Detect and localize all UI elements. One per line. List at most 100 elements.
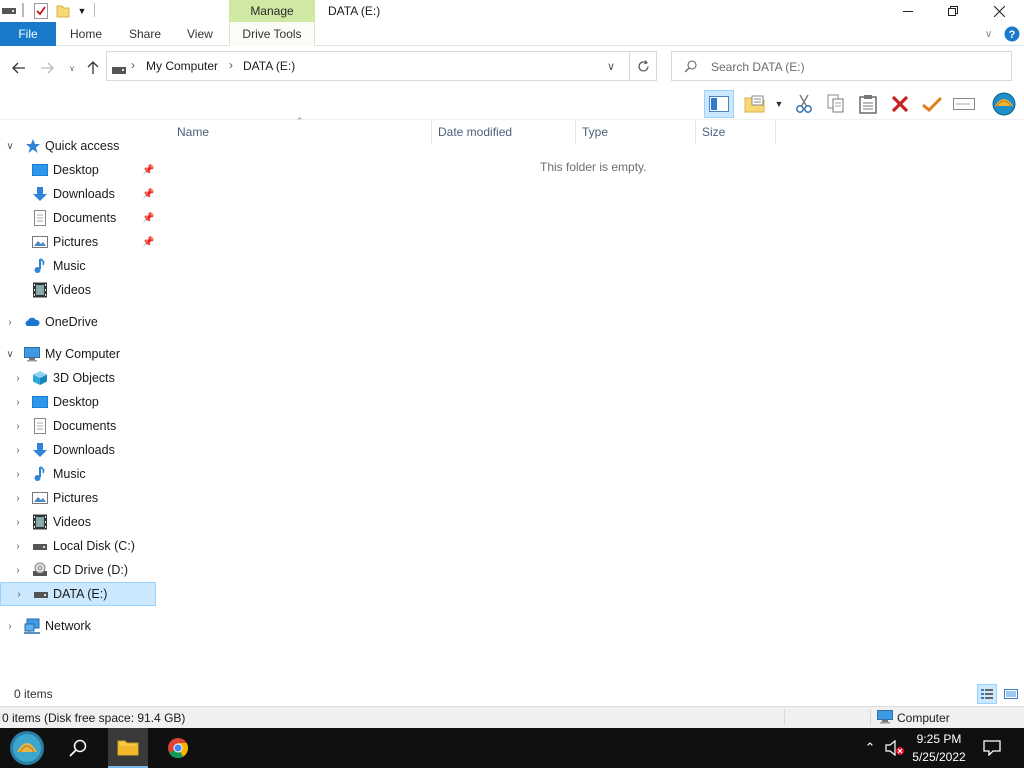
chevron-right-icon[interactable]: › — [12, 396, 24, 408]
nav-qa-pictures[interactable]: Pictures 📌 — [0, 230, 156, 254]
minimize-button[interactable] — [885, 0, 931, 22]
desktop-icon — [32, 164, 48, 176]
pin-icon[interactable]: 📌 — [142, 189, 154, 200]
nav-qa-desktop[interactable]: Desktop 📌 — [0, 158, 156, 182]
up-button[interactable] — [84, 59, 102, 77]
copy-button[interactable] — [822, 90, 850, 118]
column-date-modified[interactable]: Date modified — [438, 120, 512, 144]
nav-qa-videos[interactable]: Videos — [0, 278, 156, 302]
chevron-right-icon[interactable]: › — [12, 492, 24, 504]
column-divider[interactable] — [695, 120, 696, 144]
pin-icon[interactable]: 📌 — [142, 165, 154, 176]
expand-ribbon-icon[interactable]: ∨ — [985, 22, 992, 46]
nav-pictures[interactable]: › Pictures — [0, 486, 156, 510]
select-button[interactable] — [918, 90, 946, 118]
pin-icon[interactable]: 📌 — [142, 237, 154, 248]
nav-network[interactable]: › Network — [0, 614, 156, 638]
chevron-down-icon[interactable]: ∨ — [4, 140, 16, 152]
refresh-button[interactable] — [629, 52, 657, 80]
nav-local-disk-c[interactable]: › Local Disk (C:) — [0, 534, 156, 558]
nav-qa-music[interactable]: Music — [0, 254, 156, 278]
properties-icon[interactable] — [33, 3, 49, 19]
drive-icon[interactable] — [2, 3, 16, 19]
chevron-right-icon[interactable]: › — [12, 444, 24, 456]
preview-pane-button[interactable] — [704, 90, 734, 118]
customize-quick-access-icon[interactable]: ▼ — [76, 3, 88, 19]
large-icons-view-button[interactable] — [1001, 684, 1021, 704]
show-hidden-icons-icon[interactable]: ⌃ — [860, 728, 880, 768]
paste-button[interactable] — [854, 90, 882, 118]
tab-view[interactable]: View — [187, 22, 213, 46]
network-icon — [24, 618, 40, 634]
refresh-icon — [638, 59, 649, 72]
chevron-right-icon[interactable]: › — [12, 468, 24, 480]
breadcrumb-data-e[interactable]: DATA (E:) — [243, 59, 295, 73]
back-button[interactable] — [10, 59, 28, 77]
address-bar[interactable]: › My Computer › DATA (E:) ∨ — [106, 51, 657, 81]
restore-button[interactable] — [930, 0, 976, 22]
address-dropdown-icon[interactable]: ∨ — [607, 60, 615, 73]
nav-onedrive[interactable]: › OneDrive — [0, 310, 156, 334]
nav-documents[interactable]: › Documents — [0, 414, 156, 438]
chevron-right-icon[interactable]: › — [12, 372, 24, 384]
drive-icon — [34, 592, 48, 598]
nav-desktop[interactable]: › Desktop — [0, 390, 156, 414]
shell-button[interactable] — [988, 90, 1020, 118]
chrome-taskbar-button[interactable] — [158, 728, 198, 768]
delete-button[interactable] — [886, 90, 914, 118]
column-divider[interactable] — [431, 120, 432, 144]
clock[interactable]: 9:25 PM 5/25/2022 — [910, 728, 968, 768]
start-button[interactable] — [0, 728, 54, 768]
breadcrumb-separator-icon[interactable]: › — [229, 58, 233, 72]
nav-my-computer[interactable]: ∨ My Computer — [0, 342, 156, 366]
recent-locations-button[interactable]: ∨ — [63, 59, 81, 77]
column-divider[interactable] — [775, 120, 776, 144]
help-button[interactable]: ? — [1004, 22, 1020, 46]
action-center-button[interactable] — [978, 728, 1006, 768]
chevron-right-icon[interactable]: › — [4, 620, 16, 632]
column-size[interactable]: Size — [702, 120, 725, 144]
cut-button[interactable] — [790, 90, 818, 118]
nav-cd-drive-d[interactable]: › CD Drive (D:) — [0, 558, 156, 582]
minimize-icon — [903, 11, 913, 12]
forward-button[interactable] — [38, 59, 56, 77]
chevron-right-icon[interactable]: › — [12, 540, 24, 552]
chevron-right-icon[interactable]: › — [12, 420, 24, 432]
chevron-right-icon[interactable]: › — [12, 516, 24, 528]
chevron-right-icon[interactable]: › — [12, 564, 24, 576]
nav-data-e-selected[interactable]: › DATA (E:) — [0, 582, 156, 606]
volume-muted-button[interactable] — [884, 728, 906, 768]
layout-dropdown-icon[interactable]: ▼ — [770, 90, 788, 118]
column-type[interactable]: Type — [582, 120, 608, 144]
file-list[interactable]: ⌃ Name Date modified Type Size This fold… — [160, 116, 1024, 680]
chevron-down-icon[interactable]: ∨ — [4, 348, 16, 360]
file-explorer-taskbar-button[interactable] — [108, 728, 148, 768]
new-folder-icon[interactable] — [55, 3, 71, 19]
pin-icon[interactable]: 📌 — [142, 213, 154, 224]
details-view-button[interactable] — [977, 684, 997, 704]
chevron-right-icon[interactable]: › — [4, 316, 16, 328]
rename-button[interactable] — [950, 90, 978, 118]
column-divider[interactable] — [575, 120, 576, 144]
close-button[interactable] — [976, 0, 1022, 22]
search-button[interactable] — [60, 728, 96, 768]
column-name[interactable]: Name — [177, 120, 209, 144]
nav-qa-downloads[interactable]: Downloads 📌 — [0, 182, 156, 206]
new-folder-button[interactable] — [742, 90, 768, 118]
nav-quick-access[interactable]: ∨ Quick access — [0, 134, 156, 158]
manage-context-tab[interactable]: Manage — [229, 0, 315, 22]
nav-3d-objects[interactable]: › 3D Objects — [0, 366, 156, 390]
nav-music[interactable]: › Music — [0, 462, 156, 486]
nav-videos[interactable]: › Videos — [0, 510, 156, 534]
tab-home[interactable]: Home — [70, 22, 102, 46]
nav-downloads[interactable]: › Downloads — [0, 438, 156, 462]
tab-file[interactable]: File — [0, 22, 56, 46]
tab-share[interactable]: Share — [129, 22, 161, 46]
chevron-right-icon[interactable]: › — [13, 588, 25, 600]
breadcrumb-separator-icon[interactable]: › — [131, 58, 135, 72]
search-icon — [684, 60, 697, 76]
nav-qa-documents[interactable]: Documents 📌 — [0, 206, 156, 230]
breadcrumb-my-computer[interactable]: My Computer — [146, 59, 218, 73]
tab-drive-tools[interactable]: Drive Tools — [229, 22, 315, 46]
search-box[interactable]: Search DATA (E:) — [671, 51, 1012, 81]
